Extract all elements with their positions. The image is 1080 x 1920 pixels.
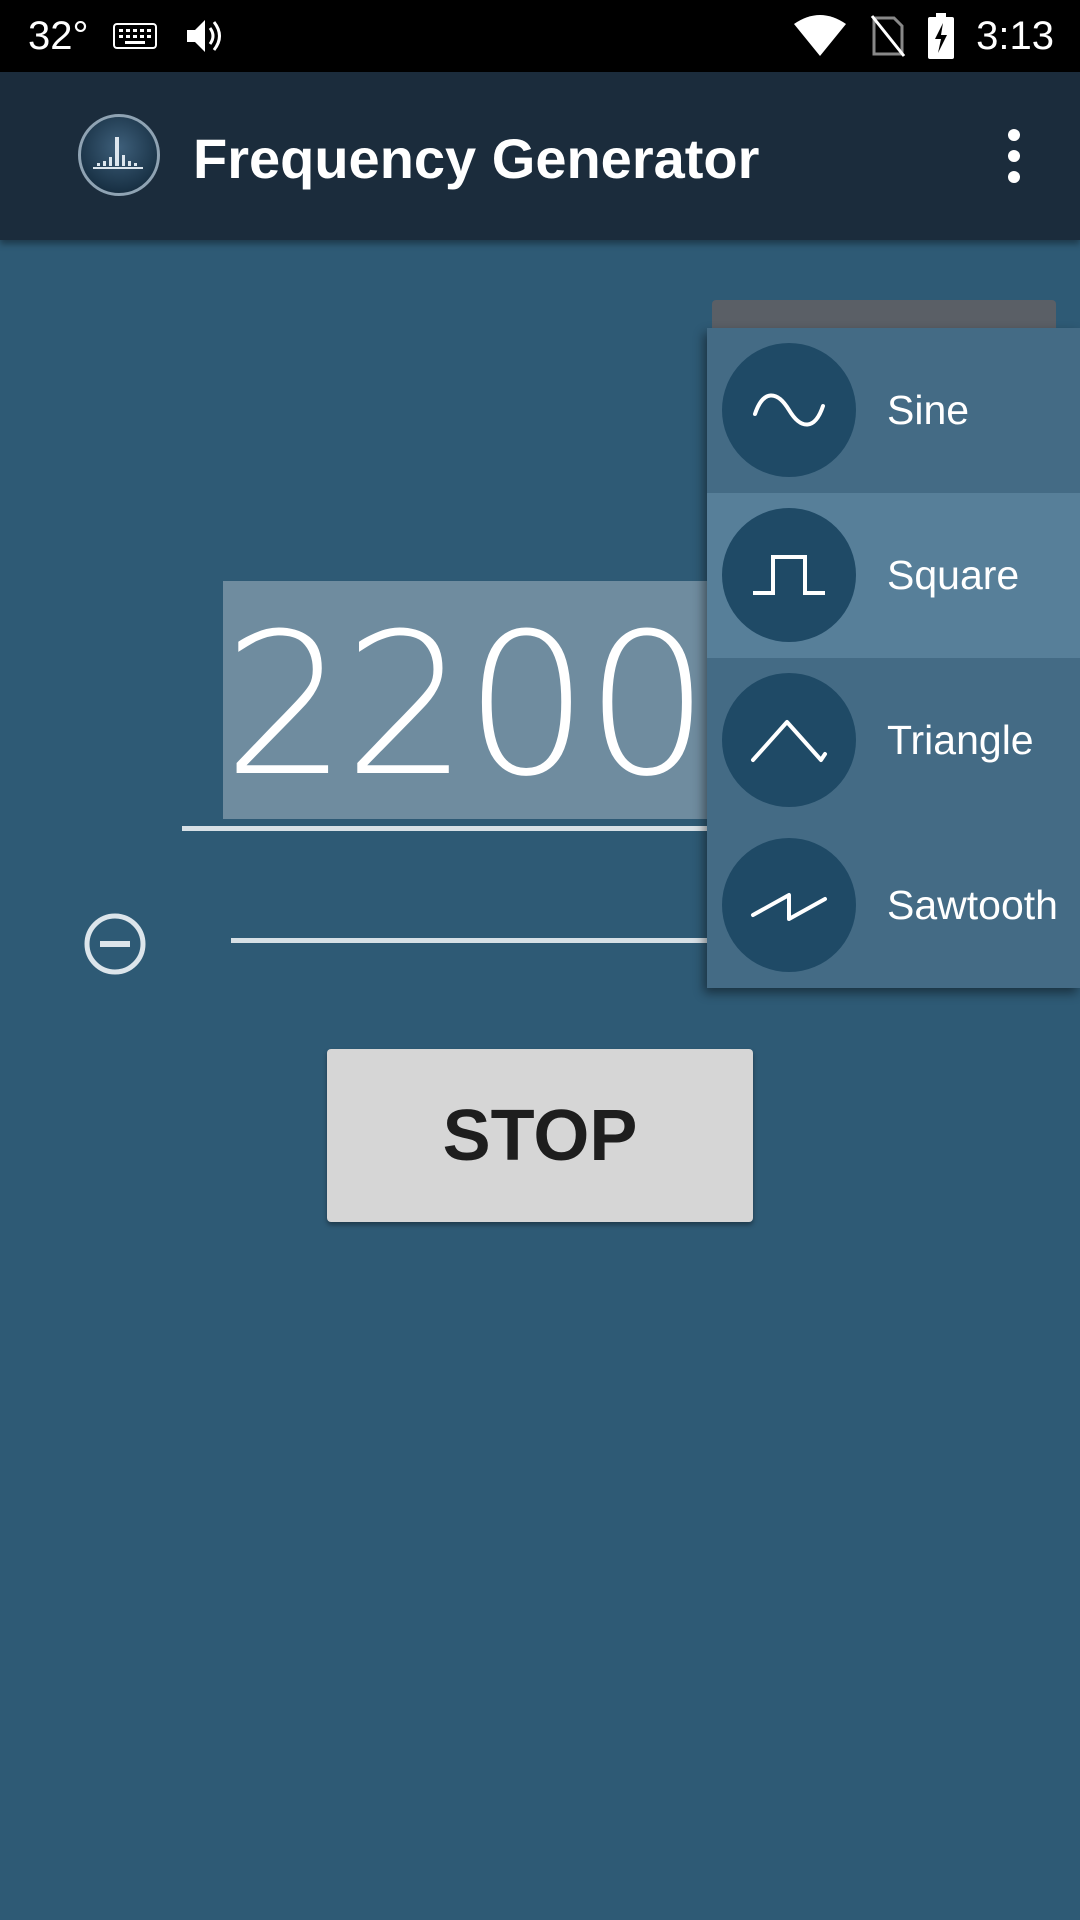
square-wave-icon (722, 508, 856, 642)
status-bar: 32° 3:13 (0, 0, 1080, 72)
battery-charging-icon (928, 13, 955, 59)
dropdown-item-label: Square (887, 552, 1020, 598)
main-content: 22000 STOP Sine Square Triangle Sawtooth (0, 240, 1080, 1920)
clock-text: 3:13 (976, 13, 1054, 58)
stop-button[interactable]: STOP (327, 1049, 753, 1222)
volume-icon (185, 16, 227, 56)
frequency-input-underline (182, 826, 722, 831)
waveform-dropdown: Sine Square Triangle Sawtooth (707, 328, 1080, 988)
no-sim-icon (870, 14, 906, 58)
triangle-wave-icon (722, 673, 856, 807)
dropdown-item-triangle[interactable]: Triangle (707, 658, 1080, 823)
dropdown-item-sawtooth[interactable]: Sawtooth (707, 823, 1080, 988)
sine-wave-icon (722, 343, 856, 477)
sawtooth-wave-icon (722, 838, 856, 972)
dropdown-item-label: Triangle (887, 717, 1034, 763)
keyboard-icon (112, 22, 157, 50)
temperature-text: 32° (28, 13, 89, 58)
app-title: Frequency Generator (193, 127, 760, 190)
app-logo-icon (78, 114, 160, 196)
dropdown-item-label: Sawtooth (887, 882, 1058, 928)
wifi-icon (792, 14, 848, 58)
dropdown-item-label: Sine (887, 387, 970, 433)
app-bar: Frequency Generator (0, 72, 1080, 240)
dropdown-item-square[interactable]: Square (707, 493, 1080, 658)
more-vert-icon[interactable] (990, 126, 1038, 186)
dropdown-item-sine[interactable]: Sine (707, 328, 1080, 493)
frequency-slider[interactable] (231, 938, 721, 943)
remove-circle-icon[interactable] (84, 913, 146, 975)
